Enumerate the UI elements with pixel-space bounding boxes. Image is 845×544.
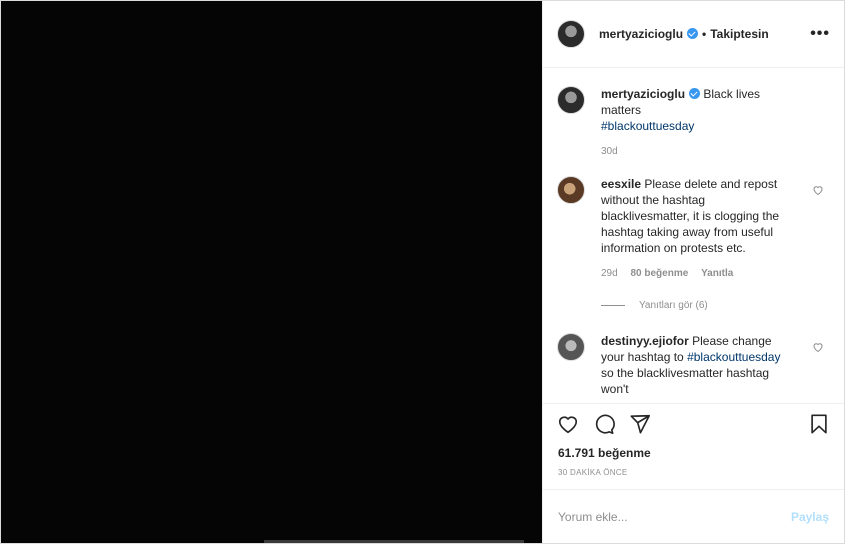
comment-body: destinyy.ejiofor Please change your hash… bbox=[601, 333, 791, 397]
action-bar bbox=[543, 403, 844, 443]
caption-avatar[interactable] bbox=[557, 86, 585, 114]
post-header: mertyazicioglu • Takiptesin ••• bbox=[543, 1, 844, 68]
bookmark-icon[interactable] bbox=[806, 411, 832, 437]
comment-item: eesxile Please delete and repost without… bbox=[557, 176, 830, 282]
likes-count[interactable]: 61.791 beğenme bbox=[543, 443, 844, 463]
comment-username[interactable]: eesxile bbox=[601, 177, 641, 191]
post-panel: mertyazicioglu • Takiptesin ••• mertyazi… bbox=[542, 1, 844, 543]
more-options-icon[interactable]: ••• bbox=[810, 25, 830, 43]
add-comment-bar: Yorum ekle... Paylaş bbox=[543, 489, 844, 543]
verified-badge-icon bbox=[689, 88, 701, 99]
image-bottom-strip bbox=[264, 540, 524, 543]
posted-time[interactable]: 30 DAKİKA ÖNCE bbox=[543, 463, 844, 489]
comments-list[interactable]: mertyazicioglu Black lives matters #blac… bbox=[543, 68, 844, 403]
comment-like-heart-icon[interactable] bbox=[812, 341, 824, 353]
follow-status-button[interactable]: Takiptesin bbox=[710, 27, 768, 41]
reply-button[interactable]: Yanıtla bbox=[701, 268, 733, 279]
comment-input[interactable]: Yorum ekle... bbox=[558, 510, 628, 524]
author-username[interactable]: mertyazicioglu bbox=[599, 27, 699, 41]
comment-meta: 29d 80 beğenme Yanıtla bbox=[601, 266, 791, 282]
comment-avatar[interactable] bbox=[557, 333, 585, 361]
header-separator: • bbox=[702, 27, 707, 41]
comment-like-heart-icon[interactable] bbox=[812, 184, 824, 196]
comment-avatar[interactable] bbox=[557, 176, 585, 204]
author-username-text[interactable]: mertyazicioglu bbox=[599, 27, 683, 41]
author-avatar[interactable] bbox=[557, 20, 585, 48]
caption-age[interactable]: 30d bbox=[601, 146, 618, 157]
replies-line bbox=[601, 305, 625, 306]
post-image[interactable] bbox=[1, 1, 542, 543]
comment-hashtag[interactable]: #blackouttuesday bbox=[687, 350, 780, 364]
heart-icon[interactable] bbox=[555, 411, 581, 437]
comment-body: eesxile Please delete and repost without… bbox=[601, 176, 791, 282]
comment-age[interactable]: 29d bbox=[601, 268, 618, 279]
post-comment-button[interactable]: Paylaş bbox=[791, 510, 829, 524]
comment-item: destinyy.ejiofor Please change your hash… bbox=[557, 333, 830, 397]
view-replies-button[interactable]: Yanıtları gör (6) bbox=[601, 300, 830, 311]
post-dialog: mertyazicioglu • Takiptesin ••• mertyazi… bbox=[0, 0, 845, 544]
caption-body: mertyazicioglu Black lives matters #blac… bbox=[601, 86, 791, 160]
verified-badge-icon bbox=[687, 28, 699, 39]
view-replies-label[interactable]: Yanıtları gör (6) bbox=[639, 300, 708, 311]
send-icon[interactable] bbox=[627, 411, 653, 437]
comment-username[interactable]: destinyy.ejiofor bbox=[601, 334, 689, 348]
comment-text-continued: so the blacklivesmatter hashtag won't bbox=[601, 366, 770, 396]
caption-hashtag[interactable]: #blackouttuesday bbox=[601, 119, 694, 133]
caption-username[interactable]: mertyazicioglu bbox=[601, 87, 685, 101]
comment-likes[interactable]: 80 beğenme bbox=[630, 268, 688, 279]
caption-meta: 30d bbox=[601, 144, 791, 160]
caption: mertyazicioglu Black lives matters #blac… bbox=[557, 86, 830, 160]
comment-icon[interactable] bbox=[591, 411, 617, 437]
